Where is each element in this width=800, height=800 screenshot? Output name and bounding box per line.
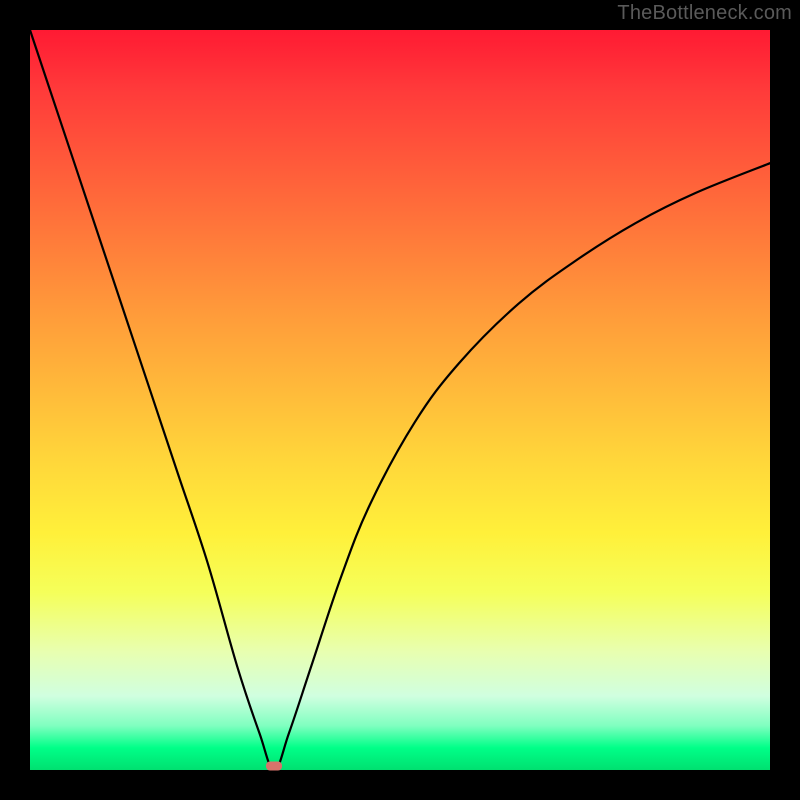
chart-frame: TheBottleneck.com [0, 0, 800, 800]
watermark-label: TheBottleneck.com [617, 2, 792, 25]
optimum-marker [266, 762, 282, 771]
curve-layer [30, 30, 770, 770]
bottleneck-curve [30, 30, 770, 770]
plot-area [30, 30, 770, 770]
